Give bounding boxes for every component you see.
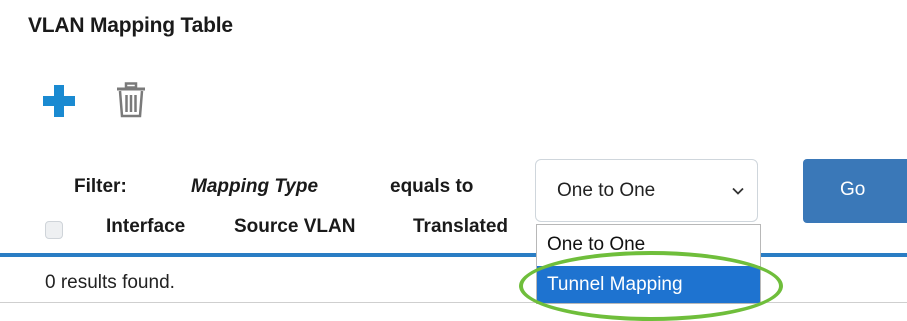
filter-operator: equals to — [390, 176, 474, 197]
table-bottom-divider — [0, 302, 907, 303]
go-button-label: Go — [840, 179, 866, 200]
trash-icon — [117, 82, 145, 118]
dropdown-option-tunnel-mapping[interactable]: Tunnel Mapping — [537, 266, 760, 303]
column-header-source-vlan[interactable]: Source VLAN — [234, 216, 355, 238]
mapping-type-select[interactable]: One to One — [535, 159, 758, 222]
chevron-down-icon — [732, 187, 744, 195]
dropdown-option-one-to-one[interactable]: One to One — [537, 225, 760, 263]
table-header-divider — [0, 253, 907, 257]
mapping-type-dropdown-list: One to One Tunnel Mapping — [536, 224, 761, 304]
results-count: 0 results found. — [45, 272, 175, 293]
toolbar — [42, 82, 162, 120]
filter-field-name: Mapping Type — [191, 176, 319, 197]
column-header-translated[interactable]: Translated — [413, 216, 508, 238]
page-title: VLAN Mapping Table — [28, 14, 233, 37]
go-button[interactable]: Go — [803, 159, 907, 223]
select-current-value: One to One — [557, 180, 656, 201]
column-header-interface[interactable]: Interface — [106, 216, 185, 238]
filter-label: Filter: — [74, 176, 127, 197]
add-button[interactable] — [42, 84, 76, 118]
plus-icon — [43, 85, 75, 117]
select-all-checkbox[interactable] — [45, 221, 63, 239]
delete-button[interactable] — [115, 82, 147, 118]
